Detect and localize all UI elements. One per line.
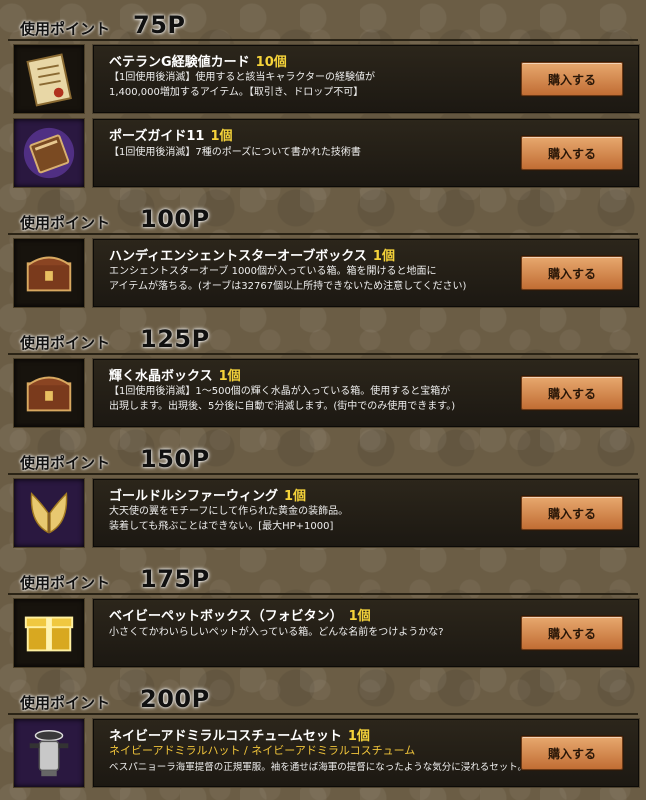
buy-button[interactable]: 購入する [521,736,623,770]
scroll-icon [26,53,72,107]
item-subtitle: ネイビーアドミラルハット / ネイビーアドミラルコスチューム [109,744,416,757]
list-item: ポーズガイド11 1個 【1回使用後消滅】7種のポーズについて書かれた技術書 購入… [6,118,640,188]
section-100p: 使用ポイント 100P ハンディエンシェントスターオーブボックス 1個 エンシェン… [0,204,646,308]
buy-button[interactable]: 購入する [521,62,623,96]
chest-icon [26,256,72,292]
item-description: 【1回使用後消滅】1～500個の輝く水晶が入っている箱。使用すると宝箱が [109,386,451,397]
chest-icon [26,376,72,412]
item-description: 【1回使用後消滅】7種のポーズについて書かれた技術書 [109,147,361,158]
item-panel: ゴールドルシファーウィング 1個 大天使の翼をモチーフにして作られた黄金の装飾品。… [92,478,640,548]
section-label: 使用ポイント [20,334,111,352]
divider [8,353,638,355]
divider [8,39,638,41]
section-175p: 使用ポイント 175P ベイビーペットボックス（フォビタン） 1個 小さくてかわい… [0,564,646,668]
section-75p: 使用ポイント 75P ベテランG経験値カード 10個 【1回使用後消滅】使用すると… [0,10,646,188]
list-item: ゴールドルシファーウィング 1個 大天使の翼をモチーフにして作られた黄金の装飾品。… [6,478,640,548]
divider [8,233,638,235]
item-name: ゴールドルシファーウィング 1個 [109,489,307,504]
item-icon-frame [13,118,85,188]
section-points: 175P [140,565,210,593]
wings-icon [30,492,68,534]
item-name: ハンディエンシェントスターオーブボックス 1個 [109,249,395,264]
section-header: 使用ポイント 150P [0,444,646,475]
section-header: 使用ポイント 125P [0,324,646,355]
item-description: アイテムが落ちる。(オーブは32767個以上所持できないため注意してください) [109,281,467,292]
item-panel: ハンディエンシェントスターオーブボックス 1個 エンシェントスターオーブ 1000… [92,238,640,308]
section-label: 使用ポイント [20,454,111,472]
buy-button[interactable]: 購入する [521,136,623,170]
item-panel: ポーズガイド11 1個 【1回使用後消滅】7種のポーズについて書かれた技術書 購入… [92,118,640,188]
item-icon-frame [13,598,85,668]
item-description: 大天使の翼をモチーフにして作られた黄金の装飾品。 [109,506,349,517]
list-item: ハンディエンシェントスターオーブボックス 1個 エンシェントスターオーブ 1000… [6,238,640,308]
section-points: 75P [133,11,186,39]
item-description: 【1回使用後消滅】使用すると該当キャラクターの経験値が [109,72,375,83]
section-150p: 使用ポイント 150P ゴールドルシファーウィング 1個 大天使の翼をモチーフにし… [0,444,646,548]
section-125p: 使用ポイント 125P 輝く水晶ボックス 1個 【1回使用後消滅】1～500個の輝… [0,324,646,428]
item-quantity: 1個 [372,249,395,264]
section-header: 使用ポイント 200P [0,684,646,715]
book-icon [23,127,75,179]
divider [8,593,638,595]
buy-button[interactable]: 購入する [521,256,623,290]
list-item: ベイビーペットボックス（フォビタン） 1個 小さくてかわいらしいペットが入っている… [6,598,640,668]
item-description: エンシェントスターオーブ 1000個が入っている箱。箱を開けると地面に [109,266,437,277]
item-quantity: 1個 [347,729,370,744]
item-quantity: 1個 [218,369,241,384]
item-panel: 輝く水晶ボックス 1個 【1回使用後消滅】1～500個の輝く水晶が入っている箱。使… [92,358,640,428]
item-panel: ベテランG経験値カード 10個 【1回使用後消滅】使用すると該当キャラクターの経験… [92,44,640,114]
item-icon-frame [13,358,85,428]
item-description: 出現します。出現後、5分後に自動で消滅します。(街中でのみ使用できます。) [109,401,456,412]
divider [8,473,638,475]
gold-box-icon [24,616,74,652]
item-quantity: 1個 [284,489,307,504]
item-icon-frame [13,44,85,114]
list-item: ネイビーアドミラルコスチュームセット 1個 ネイビーアドミラルハット / ネイビー… [6,718,640,788]
section-points: 200P [140,685,210,713]
item-name: ベテランG経験値カード 10個 [109,55,287,70]
section-label: 使用ポイント [20,574,111,592]
item-quantity: 10個 [255,55,287,70]
buy-button[interactable]: 購入する [521,616,623,650]
item-panel: ベイビーペットボックス（フォビタン） 1個 小さくてかわいらしいペットが入っている… [92,598,640,668]
section-header: 使用ポイント 100P [0,204,646,235]
item-description: ベスパニョーラ海軍提督の正規軍服。袖を通せば海軍の提督になったような気分に浸れる… [109,762,528,773]
item-icon-frame [13,238,85,308]
buy-button[interactable]: 購入する [521,376,623,410]
item-name: 輝く水晶ボックス 1個 [109,369,241,384]
item-quantity: 1個 [348,609,371,624]
section-label: 使用ポイント [20,20,111,38]
item-icon-frame [13,478,85,548]
buy-button[interactable]: 購入する [521,496,623,530]
item-description: 装着しても飛ぶことはできない。[最大HP+1000] [109,521,334,532]
section-points: 100P [140,205,210,233]
item-description: 小さくてかわいらしいペットが入っている箱。どんな名前をつけようかな? [109,627,444,638]
section-header: 使用ポイント 75P [0,10,646,41]
divider [8,713,638,715]
list-item: 輝く水晶ボックス 1個 【1回使用後消滅】1～500個の輝く水晶が入っている箱。使… [6,358,640,428]
item-name: ポーズガイド11 1個 [109,129,233,144]
section-200p: 使用ポイント 200P ネイビーアドミラルコスチュームセット 1個 ネイビーアドミ… [0,684,646,788]
item-panel: ネイビーアドミラルコスチュームセット 1個 ネイビーアドミラルハット / ネイビー… [92,718,640,788]
item-quantity: 1個 [210,129,233,144]
item-icon-frame [13,718,85,788]
item-name: ベイビーペットボックス（フォビタン） 1個 [109,609,371,624]
item-description: 1,400,000増加するアイテム。【取引き、ドロップ不可】 [109,87,364,98]
item-name: ネイビーアドミラルコスチュームセット 1個 [109,729,370,744]
admiral-costume-icon [29,730,69,777]
section-points: 150P [140,445,210,473]
section-label: 使用ポイント [20,694,111,712]
section-header: 使用ポイント 175P [0,564,646,595]
section-label: 使用ポイント [20,214,111,232]
list-item: ベテランG経験値カード 10個 【1回使用後消滅】使用すると該当キャラクターの経験… [6,44,640,114]
section-points: 125P [140,325,210,353]
